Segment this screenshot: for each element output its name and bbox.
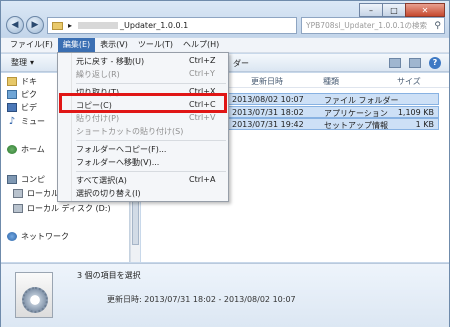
menu-item-shortcut: Ctrl+V bbox=[189, 113, 216, 122]
search-input[interactable]: YPB708sl_Updater_1.0.0.1の検索 ⚲ bbox=[301, 17, 445, 34]
cell-size: 1,109 KB bbox=[397, 108, 434, 117]
forward-button[interactable]: ▶ bbox=[26, 16, 44, 34]
nav-computer[interactable]: コンピ bbox=[7, 173, 45, 185]
nav-network[interactable]: ネットワーク bbox=[7, 230, 69, 242]
minimize-button[interactable]: – bbox=[359, 3, 383, 17]
menu-item-shortcut: Ctrl+Y bbox=[189, 69, 215, 78]
search-icon[interactable]: ⚲ bbox=[434, 21, 441, 31]
explorer-window: – □ ✕ ◀ ▶ ▸ _Updater_1.0.0.1 YPB708sl_Up… bbox=[0, 0, 450, 327]
disk-icon bbox=[13, 203, 23, 213]
edit-menu-dropdown: 元に戻す - 移動(U) Ctrl+Z 繰り返し(R) Ctrl+Y 切り取り(T)… bbox=[57, 52, 229, 202]
selection-date-range: 更新日時: 2013/07/31 18:02 - 2013/08/02 10:0… bbox=[107, 295, 296, 304]
address-text: _Updater_1.0.0.1 bbox=[120, 21, 189, 30]
nav-label: コンピ bbox=[21, 174, 45, 184]
window-controls: – □ ✕ bbox=[359, 3, 445, 17]
chevron-down-icon: ▾ bbox=[30, 58, 35, 67]
menu-item-paste: 貼り付け(P) Ctrl+V bbox=[76, 113, 226, 124]
disk-icon bbox=[13, 188, 23, 198]
organize-label: 整理 bbox=[11, 58, 27, 67]
cell-type: ファイル フォルダー bbox=[324, 96, 399, 105]
menu-help[interactable]: ヘルプ(H) bbox=[178, 38, 224, 52]
back-button[interactable]: ◀ bbox=[6, 16, 24, 34]
menu-icon-gutter bbox=[58, 53, 72, 201]
copy-highlight-box bbox=[59, 93, 227, 113]
menu-item-shortcut: Ctrl+A bbox=[189, 175, 216, 184]
menu-item-invert-selection[interactable]: 選択の切り替え(I) bbox=[76, 188, 226, 199]
nav-label: ビデ bbox=[21, 102, 37, 112]
nav-pictures[interactable]: ピク bbox=[7, 88, 37, 100]
nav-documents[interactable]: ドキ bbox=[7, 75, 37, 87]
nav-label: ホーム bbox=[21, 144, 45, 154]
menu-item-select-all[interactable]: すべて選択(A) Ctrl+A bbox=[76, 175, 226, 186]
documents-icon bbox=[7, 76, 17, 86]
nav-videos[interactable]: ビデ bbox=[7, 101, 37, 113]
menu-item-label: フォルダーへコピー(F)... bbox=[76, 145, 167, 154]
new-folder-label-tail[interactable]: ダー bbox=[233, 58, 249, 69]
cell-modified: 2013/08/02 10:07 bbox=[232, 95, 304, 104]
menu-item-label: ショートカットの貼り付け(S) bbox=[76, 127, 184, 136]
cell-modified: 2013/07/31 19:42 bbox=[232, 120, 304, 129]
nav-label: ローカル ディスク (D:) bbox=[27, 203, 111, 213]
menu-item-copy-to-folder[interactable]: フォルダーへコピー(F)... bbox=[76, 144, 226, 155]
music-note-icon: ♪ bbox=[8, 115, 16, 127]
menu-bar: ファイル(F) 編集(E) 表示(V) ツール(T) ヘルプ(H) bbox=[1, 38, 449, 53]
menu-item-label: 貼り付け(P) bbox=[76, 114, 120, 123]
menu-item-label: 元に戻す - 移動(U) bbox=[76, 57, 145, 66]
menu-item-label: 繰り返し(R) bbox=[76, 70, 120, 79]
menu-file[interactable]: ファイル(F) bbox=[5, 38, 58, 52]
menu-item-undo[interactable]: 元に戻す - 移動(U) Ctrl+Z bbox=[76, 56, 226, 67]
multi-file-icon bbox=[15, 272, 53, 318]
details-pane: 3 個の項目を選択 更新日時: 2013/07/31 18:02 - 2013/… bbox=[1, 263, 449, 327]
maximize-button[interactable]: □ bbox=[382, 3, 406, 17]
back-arrow-icon: ◀ bbox=[11, 20, 19, 30]
nav-label: ミュー bbox=[21, 116, 45, 126]
cell-size: 1 KB bbox=[415, 120, 434, 129]
close-button[interactable]: ✕ bbox=[405, 3, 445, 17]
preview-pane-icon[interactable] bbox=[409, 57, 421, 68]
gear-icon bbox=[22, 287, 48, 313]
title-address-bar: – □ ✕ ◀ ▶ ▸ _Updater_1.0.0.1 YPB708sl_Up… bbox=[1, 1, 449, 37]
menu-item-paste-shortcut: ショートカットの貼り付け(S) bbox=[76, 126, 226, 137]
menu-item-redo: 繰り返し(R) Ctrl+Y bbox=[76, 69, 226, 80]
view-options-icon[interactable] bbox=[389, 57, 401, 68]
col-modified[interactable]: 更新日時 bbox=[251, 76, 283, 87]
selection-count: 3 個の項目を選択 bbox=[77, 271, 141, 280]
menu-separator bbox=[76, 171, 226, 172]
nav-music[interactable]: ♪ ミュー bbox=[7, 115, 45, 127]
address-bar[interactable]: ▸ _Updater_1.0.0.1 bbox=[47, 17, 297, 34]
menu-tools[interactable]: ツール(T) bbox=[133, 38, 178, 52]
menu-item-label: すべて選択(A) bbox=[76, 176, 127, 185]
breadcrumb-arrow-icon: ▸ bbox=[68, 21, 73, 30]
menu-separator bbox=[76, 83, 226, 84]
menu-item-label: フォルダーへ移動(V)... bbox=[76, 158, 160, 167]
search-placeholder: YPB708sl_Updater_1.0.0.1の検索 bbox=[306, 21, 428, 30]
col-type[interactable]: 種類 bbox=[323, 76, 339, 87]
menu-item-label: 選択の切り替え(I) bbox=[76, 189, 141, 198]
network-icon bbox=[7, 231, 17, 241]
redacted-path bbox=[78, 22, 119, 29]
nav-label: ネットワーク bbox=[21, 231, 69, 241]
computer-icon bbox=[7, 174, 17, 184]
nav-label: ピク bbox=[21, 89, 37, 99]
folder-icon bbox=[52, 21, 63, 30]
organize-button[interactable]: 整理 ▾ bbox=[11, 57, 34, 68]
pictures-icon bbox=[7, 89, 17, 99]
nav-local-d[interactable]: ローカル ディスク (D:) bbox=[13, 202, 111, 214]
help-icon[interactable]: ? bbox=[429, 56, 441, 69]
menu-edit[interactable]: 編集(E) bbox=[57, 38, 96, 52]
nav-label: ドキ bbox=[21, 76, 37, 86]
cell-type: セットアップ情報 bbox=[324, 121, 388, 130]
nav-label: ローカル bbox=[27, 188, 59, 198]
nav-homegroup[interactable]: ホーム bbox=[7, 143, 45, 155]
menu-view[interactable]: 表示(V) bbox=[95, 38, 133, 52]
col-size[interactable]: サイズ bbox=[397, 76, 421, 87]
menu-item-shortcut: Ctrl+Z bbox=[189, 56, 216, 65]
cell-modified: 2013/07/31 18:02 bbox=[232, 108, 304, 117]
videos-icon bbox=[7, 102, 17, 112]
menu-separator bbox=[76, 140, 226, 141]
homegroup-icon bbox=[7, 144, 17, 154]
menu-item-move-to-folder[interactable]: フォルダーへ移動(V)... bbox=[76, 157, 226, 168]
forward-arrow-icon: ▶ bbox=[31, 20, 39, 30]
nav-local-c[interactable]: ローカル bbox=[13, 187, 59, 199]
